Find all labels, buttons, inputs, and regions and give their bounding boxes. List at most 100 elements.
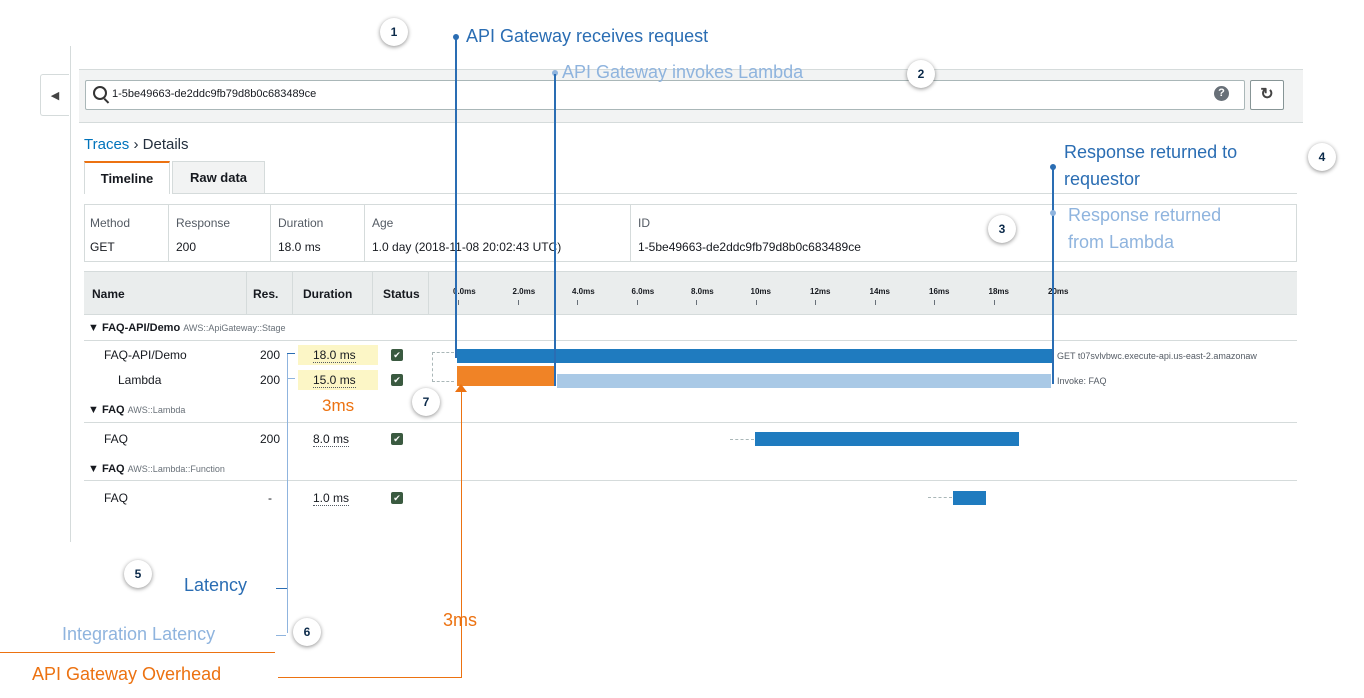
summary-duration: 18.0 ms — [278, 240, 321, 254]
arrow-up-icon — [455, 384, 467, 392]
annotation-underline — [0, 652, 275, 653]
caret-left-icon: ◀ — [50, 89, 60, 102]
group-subtitle: AWS::Lambda — [127, 405, 186, 415]
tab-raw-data[interactable]: Raw data — [172, 161, 265, 194]
summary-id: 1-5be49663-de2ddc9fb79d8b0c683489ce — [638, 240, 861, 254]
summary-header-method: Method — [90, 216, 131, 230]
annotation-badge-4: 4 — [1308, 143, 1336, 171]
annotation-overhead-3ms: 3ms — [322, 396, 355, 415]
tick-label: 14ms — [869, 287, 890, 296]
status-ok-icon: ✔ — [391, 433, 403, 445]
group-subtitle: AWS::Lambda::Function — [127, 464, 225, 474]
header-status[interactable]: Status — [383, 287, 420, 301]
group-title: FAQ — [101, 404, 125, 416]
annotation-badge-5: 5 — [124, 560, 152, 588]
segment-bar[interactable] — [755, 432, 1019, 446]
annotation-latency: Latency — [184, 575, 248, 595]
annotation-badge-7: 7 — [412, 388, 440, 416]
annotation-gw-invokes: API Gateway invokes Lambda — [562, 62, 804, 82]
annotation-resp-lambda-line1: Response returned — [1068, 205, 1222, 225]
breadcrumb-link-traces[interactable]: Traces — [84, 136, 129, 153]
row-duration[interactable]: 1.0 ms — [313, 491, 350, 506]
summary-age: 1.0 day (2018-11-08 20:02:43 UTC) — [372, 240, 562, 254]
summary-response: 200 — [176, 240, 197, 254]
segment-wait — [928, 497, 952, 498]
tick-label: 6.0ms — [631, 287, 655, 296]
row-name[interactable]: FAQ — [104, 491, 128, 505]
summary-header-duration: Duration — [278, 216, 324, 230]
refresh-button[interactable]: ↻ — [1250, 80, 1284, 110]
row-name[interactable]: Lambda — [118, 373, 161, 387]
summary-separator — [630, 204, 631, 262]
annotation-resp-lambda-line2: from Lambda — [1068, 232, 1175, 252]
group-header[interactable]: ▼ FAQ AWS::Lambda::Function — [88, 463, 225, 475]
annotation-line — [287, 353, 288, 591]
group-title: FAQ-API/Demo — [101, 322, 181, 334]
tick-mark — [517, 300, 519, 305]
annotation-line — [287, 353, 295, 354]
group-header[interactable]: ▼ FAQ AWS::Lambda — [88, 404, 185, 416]
status-ok-icon: ✔ — [391, 492, 403, 504]
group-subtitle: AWS::ApiGateway::Stage — [183, 323, 286, 333]
group-title: FAQ — [101, 463, 125, 475]
breadcrumb-current: Details — [142, 136, 189, 153]
tick-mark — [636, 300, 638, 305]
search-value[interactable]: 1-5be49663-de2ddc9fb79d8b0c683489ce — [112, 88, 316, 100]
tick-label: 2.0ms — [512, 287, 536, 296]
tab-timeline[interactable]: Timeline — [84, 161, 170, 194]
tick-mark — [696, 300, 697, 305]
expand-triangle-icon: ▼ — [88, 404, 99, 416]
segment-bar[interactable] — [557, 374, 1051, 388]
annotation-line — [1052, 166, 1054, 384]
search-icon — [93, 86, 107, 100]
row-name[interactable]: FAQ-API/Demo — [104, 348, 187, 362]
header-separator — [372, 271, 373, 315]
help-icon[interactable]: ? — [1214, 86, 1229, 101]
row-res: 200 — [260, 373, 281, 387]
header-duration[interactable]: Duration — [303, 287, 352, 301]
annotation-line — [455, 38, 457, 358]
group-header[interactable]: ▼ FAQ-API/Demo AWS::ApiGateway::Stage — [88, 322, 285, 334]
collapse-panel-button[interactable]: ◀ — [40, 74, 69, 116]
row-res: - — [268, 491, 272, 505]
summary-separator — [270, 204, 271, 262]
annotation-resp-requestor-line1: Response returned to — [1064, 142, 1238, 162]
expand-triangle-icon: ▼ — [88, 322, 99, 334]
header-res[interactable]: Res. — [253, 287, 278, 301]
segment-wait — [730, 439, 754, 440]
annotation-line — [276, 635, 286, 636]
annotation-badge-1: 1 — [380, 18, 408, 46]
row-duration[interactable]: 15.0 ms — [313, 373, 356, 388]
header-name[interactable]: Name — [92, 287, 125, 301]
segment-bar[interactable] — [953, 491, 986, 505]
tick-mark — [755, 300, 757, 305]
annotation-line — [276, 588, 287, 589]
summary-header-age: Age — [372, 216, 394, 230]
tick-label: 10ms — [750, 287, 771, 296]
tick-mark — [815, 300, 816, 305]
tabs-divider — [265, 193, 1297, 194]
annotation-line — [554, 74, 556, 386]
status-ok-icon: ✔ — [391, 374, 403, 386]
segment-label: GET t07svlvbwc.execute-api.us-east-2.ama… — [1057, 351, 1257, 361]
segment-bracket — [432, 352, 454, 382]
row-name[interactable]: FAQ — [104, 432, 128, 446]
summary-method: GET — [90, 240, 115, 254]
annotation-integration-latency: Integration Latency — [62, 624, 216, 644]
segment-bar[interactable] — [457, 349, 1053, 363]
annotation-badge-3: 3 — [988, 215, 1016, 243]
header-separator — [428, 271, 429, 315]
row-duration[interactable]: 8.0 ms — [313, 432, 350, 447]
annotation-line — [287, 378, 295, 379]
expand-triangle-icon: ▼ — [88, 463, 99, 475]
annotation-line — [287, 591, 288, 633]
status-ok-icon: ✔ — [391, 349, 403, 361]
tick-mark — [993, 300, 995, 305]
row-res: 200 — [260, 348, 281, 362]
annotation-overhead-3ms-large: 3ms — [443, 610, 478, 630]
tick-label: 8.0ms — [691, 287, 714, 296]
summary-header-response: Response — [176, 216, 231, 230]
summary-header-id: ID — [638, 216, 650, 230]
annotation-gw-overhead: API Gateway Overhead — [32, 664, 222, 684]
row-duration[interactable]: 18.0 ms — [313, 348, 356, 363]
